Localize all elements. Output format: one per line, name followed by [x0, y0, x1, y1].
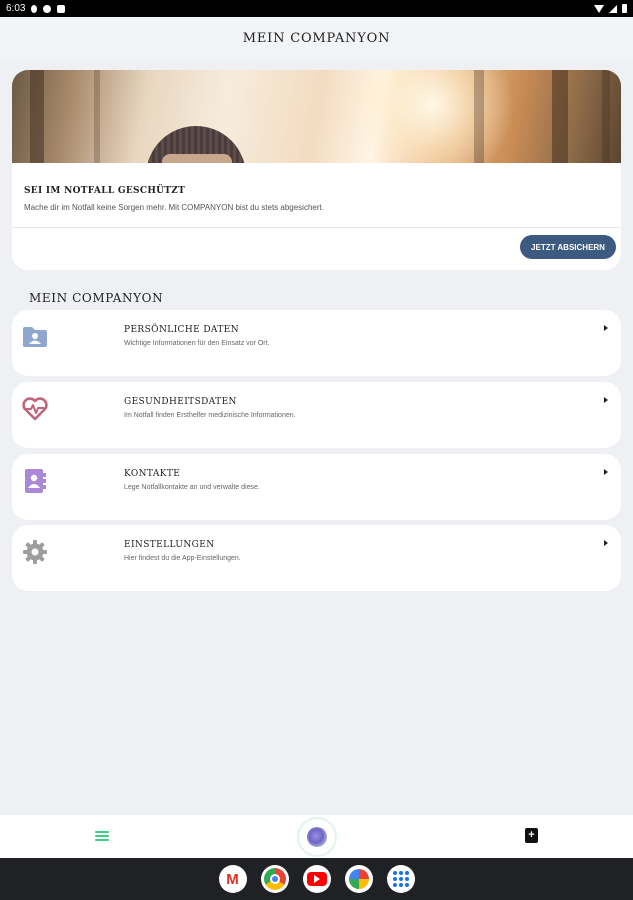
youtube-icon[interactable] — [302, 865, 331, 893]
menu-icon[interactable] — [95, 829, 109, 843]
chevron-right-icon — [604, 325, 608, 331]
menu-item-title: EINSTELLUNGEN — [124, 540, 215, 550]
tree-trunk — [602, 70, 610, 163]
menu-line — [95, 835, 109, 837]
tree-trunk — [94, 70, 100, 163]
companion-orb-button[interactable] — [299, 819, 335, 855]
menu-line — [95, 839, 109, 841]
bottom-navigation: + — [0, 815, 633, 858]
menu-item-description: Im Notfall finden Ersthelfer medizinisch… — [124, 412, 296, 419]
hero-card: SEI IM NOTFALL GESCHÜTZT Mache dir im No… — [12, 70, 621, 270]
app-bar: MEIN COMPANYON — [0, 17, 633, 59]
gmail-glyph: M — [226, 870, 239, 888]
play-icon — [313, 875, 320, 883]
menu-item-description: Wichtige Informationen für den Einsatz v… — [124, 340, 270, 347]
tree-trunk — [30, 70, 44, 163]
menu-line — [95, 831, 109, 833]
app-drawer-icon[interactable] — [386, 865, 415, 893]
status-right — [594, 4, 627, 13]
contact-book-icon[interactable]: + — [525, 828, 538, 843]
menu-item-description: Hier findest du die App-Einstellungen. — [124, 555, 241, 562]
tree-trunk — [552, 70, 568, 163]
hero-title: SEI IM NOTFALL GESCHÜTZT — [24, 186, 186, 196]
photos-pinwheel — [348, 869, 369, 889]
hero-subtitle: Mache dir im Notfall keine Sorgen mehr. … — [24, 203, 324, 212]
download-icon — [31, 4, 38, 13]
secure-now-button[interactable]: JETZT ABSICHERN — [520, 235, 616, 259]
gear-icon — [22, 539, 48, 565]
gmail-icon[interactable]: M — [218, 865, 247, 893]
menu-item-contacts[interactable]: KONTAKTE Lege Notfallkontakte an und ver… — [12, 454, 621, 520]
signal-icon — [609, 4, 617, 13]
menu-item-title: KONTAKTE — [124, 469, 181, 479]
person-folder-icon — [22, 324, 48, 350]
wifi-icon — [594, 4, 604, 13]
tree-trunk — [474, 70, 484, 163]
chevron-right-icon — [604, 397, 608, 403]
menu-item-health-data[interactable]: GESUNDHEITSDATEN Im Notfall finden Ersth… — [12, 382, 621, 448]
app-title: MEIN COMPANYON — [242, 30, 391, 46]
heartbeat-icon — [22, 396, 48, 422]
companion-orb-icon — [307, 827, 327, 847]
vpn-icon — [43, 4, 52, 13]
storage-icon — [57, 4, 66, 13]
battery-icon — [622, 4, 627, 13]
menu-item-title: GESUNDHEITSDATEN — [124, 397, 237, 407]
youtube-box — [306, 872, 327, 886]
chevron-right-icon — [604, 540, 608, 546]
system-taskbar: M — [0, 858, 633, 900]
chevron-right-icon — [604, 469, 608, 475]
chrome-ring — [263, 868, 286, 890]
menu-item-title: PERSÖNLICHE DATEN — [124, 325, 239, 335]
section-title: MEIN COMPANYON — [29, 291, 164, 305]
sunlight-glow — [342, 70, 522, 163]
chrome-core — [269, 874, 280, 884]
person-face — [162, 154, 232, 163]
contacts-book-icon — [22, 468, 48, 494]
status-bar: 6:03 — [0, 0, 633, 17]
photos-icon[interactable] — [344, 865, 373, 893]
status-left: 6:03 — [6, 3, 66, 14]
menu-item-description: Lege Notfallkontakte an und verwalte die… — [124, 484, 260, 491]
apps-grid — [392, 871, 409, 887]
hero-divider — [12, 227, 621, 228]
menu-item-settings[interactable]: EINSTELLUNGEN Hier findest du die App-Ei… — [12, 525, 621, 591]
chrome-icon[interactable] — [260, 865, 289, 893]
hero-image — [12, 70, 621, 163]
menu-item-personal-data[interactable]: PERSÖNLICHE DATEN Wichtige Informationen… — [12, 310, 621, 376]
status-time: 6:03 — [6, 3, 26, 14]
